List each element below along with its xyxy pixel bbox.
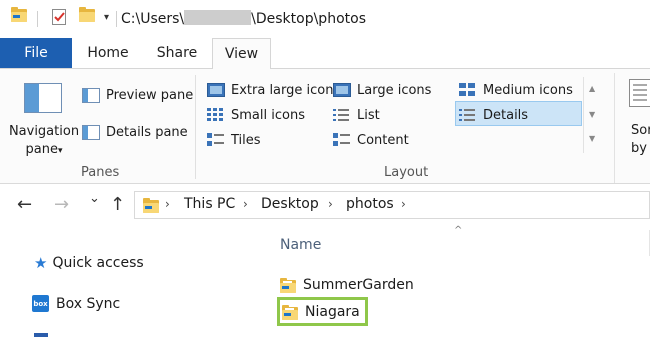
nav-item-quick-access[interactable]: ★ Quick access — [34, 254, 144, 272]
navigation-pane-label-line1: Navigation — [8, 124, 80, 139]
breadcrumb-separator[interactable]: › — [243, 197, 248, 211]
sort-by-label: Sor by — [631, 122, 650, 158]
content-icon — [333, 133, 351, 147]
breadcrumb-photos[interactable]: photos — [346, 196, 394, 212]
column-header-name[interactable]: Name — [280, 237, 321, 253]
details-label: Details — [483, 107, 529, 123]
small-icons-option[interactable]: Small icons — [207, 104, 305, 126]
nav-item-box-sync[interactable]: box Box Sync — [32, 295, 120, 312]
checkmark-document-icon[interactable] — [52, 9, 66, 25]
layout-group-label: Layout — [384, 165, 429, 180]
breadcrumb-separator[interactable]: › — [328, 197, 333, 211]
address-row: ← → ⌄ ↑ › This PC › Desktop › photos › — [0, 185, 650, 225]
quick-access-dropdown-icon[interactable]: ▾ — [104, 12, 109, 23]
nav-item-label: Box Sync — [56, 295, 121, 312]
tab-home[interactable]: Home — [76, 38, 140, 68]
large-icons-icon — [333, 83, 351, 97]
gallery-expand-icon[interactable]: ▼ — [589, 134, 595, 143]
file-name: SummerGarden — [303, 277, 414, 293]
details-icon — [459, 108, 477, 122]
redacted-username — [184, 10, 252, 25]
navigation-pane-icon[interactable] — [24, 83, 62, 113]
tiles-icon — [207, 133, 225, 147]
content-option[interactable]: Content — [333, 129, 409, 151]
folder-icon — [282, 304, 298, 320]
breadcrumb-separator[interactable]: › — [401, 197, 406, 211]
medium-icons-icon — [459, 83, 477, 97]
folder-icon — [280, 277, 296, 293]
address-bar[interactable]: › This PC › Desktop › photos › — [134, 191, 650, 219]
medium-icons-option[interactable]: Medium icons — [459, 79, 573, 101]
preview-pane-button[interactable]: Preview pane — [82, 88, 193, 103]
details-pane-label: Details pane — [106, 125, 188, 140]
navigation-pane-label-line2: pane — [25, 142, 58, 157]
window-title: C:\Users\ \Desktop\photos — [121, 10, 366, 27]
back-arrow-icon[interactable]: ← — [17, 194, 32, 215]
details-pane-icon — [82, 125, 100, 140]
folder-icon — [79, 7, 95, 22]
tiles-label: Tiles — [231, 132, 261, 148]
details-option[interactable]: Details — [459, 104, 528, 126]
chevron-down-icon: ▾ — [57, 146, 63, 156]
list-icon — [333, 108, 351, 122]
file-row-summergarden[interactable]: SummerGarden — [280, 273, 414, 297]
sort-by-label-line1: Sor — [631, 123, 650, 138]
file-list: ^ Name SummerGarden Niagara — [272, 225, 650, 337]
star-icon: ★ — [34, 254, 48, 272]
preview-pane-label: Preview pane — [106, 88, 194, 103]
file-row-niagara[interactable]: Niagara — [282, 300, 360, 324]
title-bar: ▾ C:\Users\ \Desktop\photos — [0, 0, 650, 38]
nav-item-label: Quick access — [52, 255, 144, 271]
box-icon: box — [32, 295, 49, 312]
preview-pane-icon — [82, 88, 100, 103]
breadcrumb-this-pc[interactable]: This PC — [184, 196, 235, 212]
group-divider — [195, 75, 196, 179]
ribbon-view-panel: Navigation pane▾ Preview pane Details pa… — [0, 68, 650, 184]
toolbar-divider — [116, 11, 117, 27]
medium-icons-label: Medium icons — [483, 82, 573, 98]
sort-ascending-icon: ^ — [454, 225, 463, 236]
up-arrow-icon[interactable]: ↑ — [110, 194, 125, 215]
list-label: List — [357, 107, 380, 123]
large-icons-option[interactable]: Large icons — [333, 79, 431, 101]
large-icons-label: Large icons — [357, 82, 432, 98]
panes-group-label: Panes — [81, 165, 120, 180]
folder-icon — [11, 7, 27, 22]
tab-share[interactable]: Share — [145, 38, 209, 68]
content-label: Content — [357, 132, 409, 148]
extra-large-icons-icon — [207, 83, 225, 97]
breadcrumb-desktop[interactable]: Desktop — [261, 196, 319, 212]
tab-file[interactable]: File — [0, 38, 72, 68]
toolbar-divider — [37, 11, 38, 27]
folder-icon — [143, 198, 159, 213]
breadcrumb-separator[interactable]: › — [165, 197, 170, 211]
tab-view[interactable]: View — [212, 38, 271, 69]
extra-large-icons-label: Extra large icons — [231, 82, 341, 98]
title-path-suffix: \Desktop\photos — [251, 11, 366, 27]
sort-by-label-line2: by — [631, 141, 647, 156]
sort-by-button[interactable]: Sor by — [614, 73, 650, 183]
scroll-down-icon[interactable]: ▼ — [589, 110, 595, 119]
file-name: Niagara — [305, 304, 360, 320]
scroll-up-icon[interactable]: ▲ — [589, 84, 595, 93]
navigation-pane-button[interactable]: Navigation pane▾ — [8, 123, 80, 160]
list-option[interactable]: List — [333, 104, 380, 126]
layout-gallery-scrollbar[interactable]: ▲ ▼ ▼ — [583, 77, 603, 153]
recent-locations-icon[interactable]: ⌄ — [89, 191, 100, 206]
small-icons-label: Small icons — [231, 107, 305, 123]
navigation-pane: ★ Quick access box Box Sync — [0, 225, 272, 337]
tiles-option[interactable]: Tiles — [207, 129, 261, 151]
forward-arrow-icon[interactable]: → — [54, 194, 69, 215]
title-path-prefix: C:\Users\ — [121, 11, 185, 27]
nav-item-partial-icon — [34, 333, 48, 337]
ribbon-tabs: File Home Share View — [0, 38, 650, 69]
details-pane-button[interactable]: Details pane — [82, 125, 188, 140]
sort-by-icon — [629, 79, 650, 107]
small-icons-icon — [207, 108, 225, 122]
extra-large-icons-option[interactable]: Extra large icons — [207, 79, 340, 101]
